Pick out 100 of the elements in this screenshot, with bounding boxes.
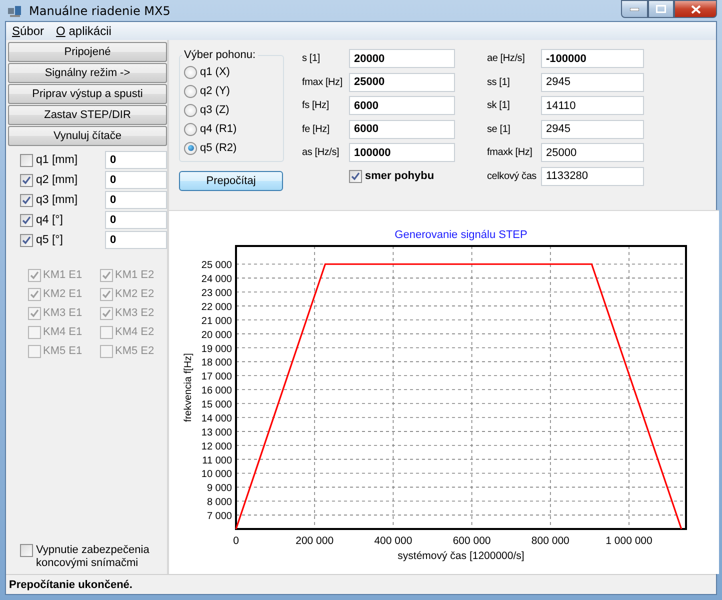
y-tick-label: 16 000 xyxy=(201,386,232,397)
axis-label: q5 [°] xyxy=(36,234,64,246)
axis-value-field[interactable]: 0 xyxy=(105,171,167,189)
action-button[interactable]: Vynuluj čítače xyxy=(8,126,167,146)
parameter-field[interactable]: 25000 xyxy=(541,143,644,162)
radio-label: q5 (R2) xyxy=(200,142,237,154)
close-button[interactable] xyxy=(674,0,717,18)
parameter-field[interactable]: 6000 xyxy=(349,96,455,115)
x-tick-label: 600 000 xyxy=(452,535,491,547)
y-axis-title: frekvencia f[Hz] xyxy=(183,353,194,422)
limit-switch-label: KM4 E1 xyxy=(43,326,82,338)
x-tick-label: 200 000 xyxy=(296,535,334,547)
y-tick-label: 10 000 xyxy=(201,469,232,480)
action-button[interactable]: Priprav výstup a spusti xyxy=(8,84,167,104)
checkbox[interactable] xyxy=(20,234,33,246)
y-tick-label: 11 000 xyxy=(202,455,232,466)
parameter-field[interactable]: -100000 xyxy=(541,49,644,68)
checkbox[interactable] xyxy=(20,174,33,186)
parameter-label: ss [1] xyxy=(487,76,511,88)
radio-label: q4 (R1) xyxy=(200,123,237,135)
x-tick-label: 1 000 000 xyxy=(606,535,652,547)
radio-label: q2 (Y) xyxy=(200,85,230,97)
checkbox[interactable] xyxy=(20,154,33,166)
close-icon xyxy=(690,4,700,14)
axis-label: q2 [mm] xyxy=(36,174,79,186)
y-tick-label: 18 000 xyxy=(201,358,232,369)
parameter-label: sk [1] xyxy=(487,100,511,111)
parameter-field[interactable]: 1133280 xyxy=(541,166,644,186)
y-tick-label: 13 000 xyxy=(201,427,232,438)
radio-button[interactable] xyxy=(184,84,197,98)
checkbox[interactable] xyxy=(349,170,362,182)
y-tick-label: 25 000 xyxy=(201,260,232,272)
checkbox[interactable] xyxy=(20,544,33,557)
minimize-button[interactable] xyxy=(621,0,648,18)
checkbox[interactable] xyxy=(20,214,33,226)
minimize-icon xyxy=(630,8,639,10)
parameter-label: fmaxk [Hz] xyxy=(487,147,534,158)
action-button[interactable]: Signálny režim -> xyxy=(8,63,167,83)
checkbox[interactable] xyxy=(20,194,33,206)
y-tick-label: 12 000 xyxy=(201,441,232,452)
action-button[interactable]: Zastav STEP/DIR xyxy=(8,105,167,125)
parameter-field[interactable]: 100000 xyxy=(349,143,455,162)
radio-button[interactable] xyxy=(184,66,197,78)
action-button[interactable]: Pripojené xyxy=(8,42,167,62)
limit-switch-label: KM1 E1 xyxy=(43,269,82,281)
parameter-field[interactable]: 2945 xyxy=(541,72,644,92)
radio-button[interactable] xyxy=(184,142,197,154)
parameter-label: fe [Hz] xyxy=(302,124,330,134)
limit-switch-label: KM5 E2 xyxy=(115,345,154,357)
parameter-label: celkový čas xyxy=(487,170,538,182)
y-tick-label: 17 000 xyxy=(201,372,232,383)
parameter-field[interactable]: 14110 xyxy=(541,96,644,115)
maximize-button[interactable] xyxy=(648,0,674,18)
window-title: Manuálne riadenie MX5 xyxy=(29,4,172,18)
y-tick-label: 15 000 xyxy=(201,400,232,411)
y-tick-label: 24 000 xyxy=(201,274,232,286)
limit-switch-label: KM2 E2 xyxy=(115,288,154,300)
radio-label: q3 (Z) xyxy=(200,104,230,116)
axis-value-field[interactable]: 0 xyxy=(105,151,167,169)
group-title: Výber pohonu: xyxy=(183,49,257,61)
y-tick-label: 9 000 xyxy=(206,483,232,494)
y-tick-label: 22 000 xyxy=(201,302,232,313)
x-tick-label: 0 xyxy=(233,535,239,547)
app-icon xyxy=(7,4,23,18)
limit-switch-label: KM1 E2 xyxy=(115,269,154,281)
parameter-label: ae [Hz/s] xyxy=(487,53,526,64)
radio-label: q1 (X) xyxy=(200,66,230,78)
limit-switch-label: KM4 E2 xyxy=(115,326,154,338)
axis-label: q1 [mm] xyxy=(36,154,79,166)
axis-value-field[interactable]: 0 xyxy=(105,211,167,229)
parameter-field[interactable]: 2945 xyxy=(541,120,644,138)
x-axis-title: systémový čas [1200000/s] xyxy=(398,550,524,562)
y-tick-label: 8 000 xyxy=(206,497,232,508)
chart-title: Generovanie signálu STEP xyxy=(394,229,528,241)
y-tick-label: 20 000 xyxy=(201,330,232,341)
parameter-field[interactable]: 6000 xyxy=(349,120,455,138)
axis-value-field[interactable]: 0 xyxy=(105,191,167,209)
limit-switch-label: KM2 E1 xyxy=(43,288,82,300)
y-tick-label: 19 000 xyxy=(201,344,232,355)
parameter-field[interactable]: 20000 xyxy=(349,49,455,68)
parameter-label: se [1] xyxy=(487,124,512,134)
menu-item[interactable]: O aplikácii xyxy=(56,24,112,38)
recalculate-button[interactable]: Prepočítaj xyxy=(179,171,283,191)
axis-label: q3 [mm] xyxy=(36,194,79,206)
maximize-icon xyxy=(656,5,666,13)
axis-value-field[interactable]: 0 xyxy=(105,231,167,249)
direction-label: smer pohybu xyxy=(365,170,434,182)
parameter-label: as [Hz/s] xyxy=(302,147,340,158)
radio-button[interactable] xyxy=(184,122,197,136)
radio-button[interactable] xyxy=(184,104,197,116)
parameter-label: fs [Hz] xyxy=(302,100,330,111)
y-tick-label: 14 000 xyxy=(201,413,232,424)
y-tick-label: 21 000 xyxy=(201,316,232,327)
status-text: Prepočítanie ukončené. xyxy=(9,578,132,590)
parameter-label: fmax [Hz] xyxy=(302,76,344,88)
parameter-field[interactable]: 25000 xyxy=(349,72,455,92)
menu-item[interactable]: Súbor xyxy=(12,24,44,38)
safety-override-label: Vypnutie zabezpečenia koncovými snímačmi xyxy=(36,544,150,570)
limit-switch-label: KM3 E2 xyxy=(115,307,154,319)
x-tick-label: 800 000 xyxy=(531,535,570,547)
